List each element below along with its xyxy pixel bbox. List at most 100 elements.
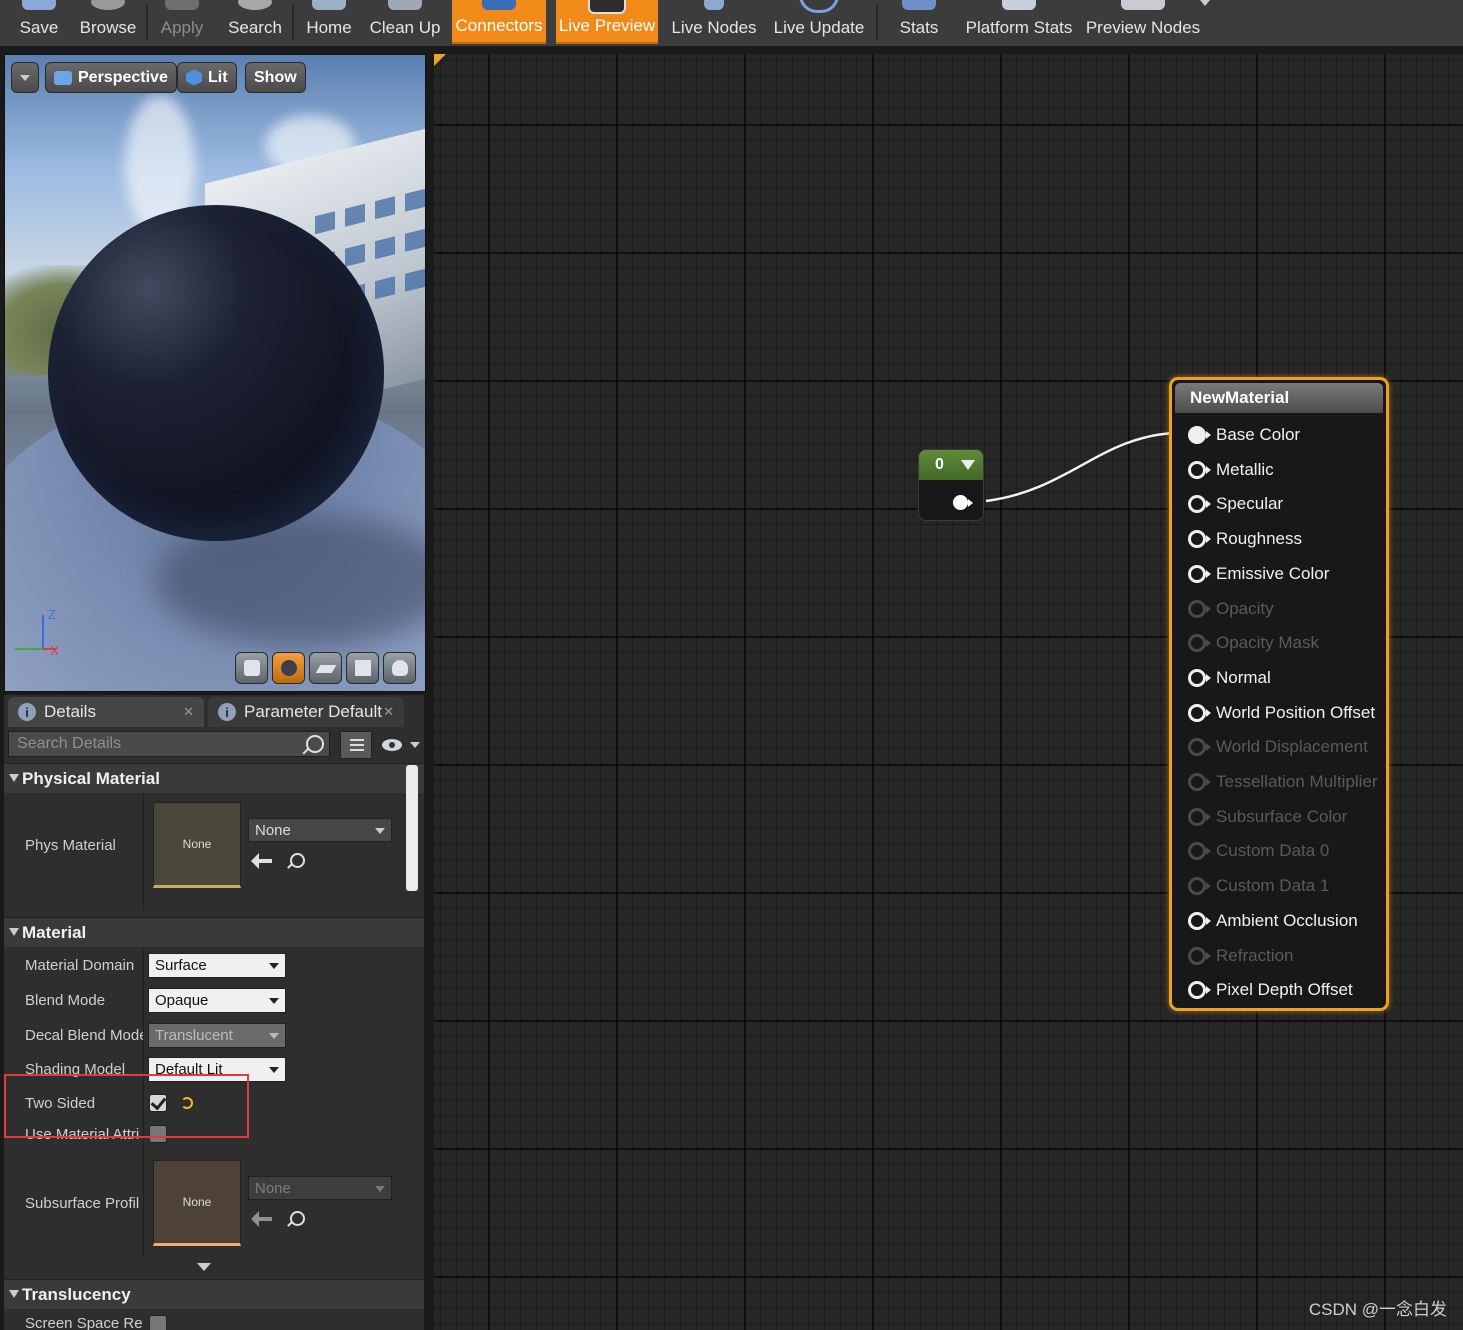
- advanced-expand-chevron-icon[interactable]: [197, 1263, 211, 1271]
- close-icon[interactable]: ✕: [383, 704, 394, 720]
- pin-connector-icon[interactable]: [1188, 530, 1211, 549]
- material-domain-combo[interactable]: Surface: [148, 953, 286, 978]
- live-preview-button[interactable]: Live Preview: [556, 0, 658, 44]
- pin-normal[interactable]: Normal: [1188, 663, 1271, 693]
- browse-icon: [91, 0, 125, 10]
- perspective-button[interactable]: Perspective: [45, 62, 177, 93]
- pin-opacity-mask[interactable]: Opacity Mask: [1188, 628, 1319, 658]
- chevron-down-icon: [269, 998, 279, 1004]
- subsurface-profile-thumbnail[interactable]: None: [153, 1160, 241, 1246]
- constant-node-header[interactable]: 0: [919, 450, 983, 480]
- property-matrix-button[interactable]: [340, 731, 372, 759]
- search-icon[interactable]: [306, 735, 324, 753]
- pin-base-color[interactable]: Base Color: [1188, 420, 1300, 450]
- tab-parameter-defaults[interactable]: i Parameter Defaults ✕: [208, 697, 404, 727]
- show-button[interactable]: Show: [245, 62, 306, 93]
- pin-world-position-offset[interactable]: World Position Offset: [1188, 698, 1375, 728]
- details-scrollbar[interactable]: [406, 765, 418, 891]
- live-preview-label: Live Preview: [558, 16, 656, 35]
- preview-nodes-button[interactable]: Preview Nodes: [1084, 0, 1202, 44]
- collapse-triangle-icon[interactable]: [961, 460, 975, 470]
- browse-button[interactable]: Browse: [74, 0, 142, 44]
- pin-connector-icon[interactable]: [1188, 773, 1211, 791]
- pin-connector-icon[interactable]: [1188, 911, 1211, 930]
- home-label: Home: [306, 18, 352, 37]
- pin-custom-data-1[interactable]: Custom Data 1: [1188, 871, 1329, 901]
- preview-viewport[interactable]: Perspective Lit Show Z X: [4, 54, 426, 692]
- search-details-input[interactable]: [8, 731, 330, 757]
- pin-connector-icon[interactable]: [1188, 495, 1211, 514]
- pin-connector-icon[interactable]: [1188, 703, 1211, 722]
- pin-emissive-color[interactable]: Emissive Color: [1188, 559, 1329, 589]
- pin-connector-icon[interactable]: [1188, 426, 1211, 444]
- pin-pixel-depth-offset[interactable]: Pixel Depth Offset: [1188, 975, 1353, 1005]
- apply-button[interactable]: Apply: [152, 0, 212, 44]
- pin-opacity[interactable]: Opacity: [1188, 594, 1274, 624]
- search-button[interactable]: Search: [222, 0, 288, 44]
- pin-connector-icon[interactable]: [1188, 634, 1211, 653]
- live-nodes-button[interactable]: Live Nodes: [666, 0, 762, 44]
- pin-connector-icon[interactable]: [1188, 460, 1211, 479]
- category-physical-material[interactable]: Physical Material: [4, 763, 424, 793]
- clean-up-button[interactable]: Clean Up: [364, 0, 446, 44]
- material-result-node[interactable]: NewMaterial Base Color Metallic Specular Ro…: [1169, 377, 1389, 1011]
- tab-details[interactable]: i Details ✕: [8, 697, 204, 727]
- pin-refraction[interactable]: Refraction: [1188, 941, 1293, 971]
- live-update-button[interactable]: Live Update: [768, 0, 870, 44]
- lit-button[interactable]: Lit: [177, 62, 237, 93]
- pin-subsurface-color[interactable]: Subsurface Color: [1188, 802, 1347, 832]
- view-options-eye-icon[interactable]: [382, 739, 402, 751]
- preview-plane-button[interactable]: [309, 652, 342, 684]
- preview-nodes-label: Preview Nodes: [1085, 18, 1201, 37]
- pin-connector-icon[interactable]: [1188, 668, 1211, 687]
- pin-connector-icon[interactable]: [1188, 738, 1211, 757]
- stats-button[interactable]: Stats: [884, 0, 954, 44]
- pin-connector-icon[interactable]: [1188, 946, 1211, 965]
- pin-specular[interactable]: Specular: [1188, 489, 1283, 519]
- close-icon[interactable]: ✕: [183, 704, 194, 720]
- preview-cylinder-button[interactable]: [235, 652, 268, 684]
- pin-connector-icon[interactable]: [1188, 981, 1211, 1000]
- category-material[interactable]: Material: [4, 917, 424, 947]
- platform-stats-button[interactable]: Platform Stats: [960, 0, 1078, 44]
- pin-custom-data-0[interactable]: Custom Data 0: [1188, 836, 1329, 866]
- decal-blend-mode-combo[interactable]: Translucent: [148, 1023, 286, 1048]
- axis-x-label: X: [50, 643, 59, 657]
- preview-sphere-button[interactable]: [272, 652, 305, 684]
- view-options-chevron-down-icon[interactable]: [410, 742, 420, 748]
- pin-connector-icon[interactable]: [1188, 599, 1211, 618]
- save-button[interactable]: Save: [8, 0, 70, 44]
- phys-material-combo[interactable]: None: [248, 818, 392, 842]
- home-button[interactable]: Home: [298, 0, 360, 44]
- pin-connector-icon[interactable]: [1188, 842, 1211, 861]
- preview-cube-button[interactable]: [346, 652, 379, 684]
- column-divider[interactable]: [143, 793, 144, 911]
- pin-roughness[interactable]: Roughness: [1188, 524, 1302, 554]
- pin-connector-icon[interactable]: [1188, 564, 1211, 583]
- use-selected-arrow-icon[interactable]: [251, 853, 272, 869]
- viewport-options-button[interactable]: [11, 62, 39, 93]
- blend-mode-combo[interactable]: Opaque: [148, 988, 286, 1013]
- preview-teapot-button[interactable]: [383, 652, 416, 684]
- pin-label: Normal: [1216, 667, 1271, 687]
- browse-find-icon[interactable]: [290, 853, 305, 868]
- subsurface-profile-combo[interactable]: None: [248, 1176, 392, 1200]
- connectors-button[interactable]: Connectors: [452, 0, 546, 44]
- category-translucency[interactable]: Translucency: [4, 1279, 424, 1309]
- pin-tessellation-multiplier[interactable]: Tessellation Multiplier: [1188, 767, 1378, 797]
- pin-connector-icon[interactable]: [1188, 807, 1211, 826]
- details-panel: i Details ✕ i Parameter Defaults ✕ Physi…: [4, 695, 424, 1330]
- toolbar-overflow-chevron-icon[interactable]: [1200, 0, 1210, 6]
- platform-stats-label: Platform Stats: [965, 18, 1073, 37]
- browse-find-icon[interactable]: [290, 1211, 305, 1226]
- pin-ambient-occlusion[interactable]: Ambient Occlusion: [1188, 906, 1358, 936]
- constant-node[interactable]: 0: [918, 449, 984, 521]
- constant-output-pin[interactable]: [953, 495, 973, 510]
- chevron-down-icon: [269, 1033, 279, 1039]
- pin-world-displacement[interactable]: World Displacement: [1188, 732, 1368, 762]
- screen-space-reflections-checkbox[interactable]: [149, 1315, 167, 1330]
- pin-metallic[interactable]: Metallic: [1188, 455, 1274, 485]
- pin-connector-icon[interactable]: [1188, 877, 1211, 896]
- phys-material-thumbnail[interactable]: None: [153, 802, 241, 888]
- use-selected-arrow-icon[interactable]: [251, 1211, 272, 1227]
